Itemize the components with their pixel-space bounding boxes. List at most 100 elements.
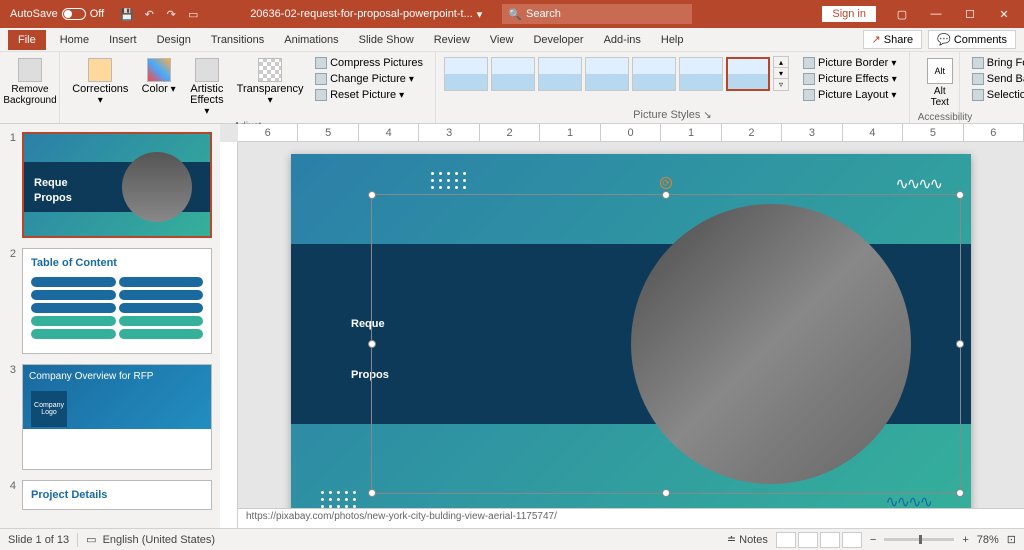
signin-button[interactable]: Sign in <box>822 6 876 22</box>
search-input[interactable]: 🔍 Search <box>502 4 692 24</box>
resize-handle[interactable] <box>956 340 964 348</box>
group-label-accessibility: Accessibility <box>918 112 951 123</box>
undo-icon[interactable]: ↶ <box>142 7 156 21</box>
maximize-icon[interactable]: ☐ <box>954 0 986 28</box>
resize-handle[interactable] <box>368 191 376 199</box>
reset-picture-button[interactable]: Reset Picture ▾ <box>311 88 427 102</box>
send-backward-icon <box>972 73 984 85</box>
style-option[interactable] <box>679 57 723 91</box>
reading-view-icon[interactable] <box>820 532 840 548</box>
transparency-icon <box>258 58 282 82</box>
title-bar: AutoSave Off 💾 ↶ ↷ ▭ 20636-02-request-fo… <box>0 0 1024 28</box>
zoom-out-button[interactable]: − <box>870 534 876 546</box>
change-picture-button[interactable]: Change Picture ▾ <box>311 72 427 86</box>
tab-design[interactable]: Design <box>147 30 201 50</box>
share-button[interactable]: ↗Share <box>863 30 923 49</box>
notes-link[interactable]: https://pixabay.com/photos/new-york-city… <box>238 508 1024 528</box>
tab-addins[interactable]: Add-ins <box>594 30 651 50</box>
bring-forward-button[interactable]: Bring Forward ▾ <box>968 56 1024 70</box>
picture-styles-gallery[interactable]: ▴▾▿ <box>444 56 789 91</box>
workspace: 1 RequePropos 2 Table of Content 3 Compa… <box>0 124 1024 528</box>
ribbon-tabs: File Home Insert Design Transitions Anim… <box>0 28 1024 52</box>
resize-handle[interactable] <box>956 191 964 199</box>
corrections-icon <box>88 58 112 82</box>
remove-background-button[interactable]: Remove Background <box>8 56 52 108</box>
notes-toggle[interactable]: ≐ Notes <box>727 533 768 546</box>
remove-background-icon <box>18 58 42 82</box>
group-label-picture-styles: Picture Styles ↘ <box>444 109 901 121</box>
resize-handle[interactable] <box>662 191 670 199</box>
minimize-icon[interactable]: — <box>920 0 952 28</box>
tab-transitions[interactable]: Transitions <box>201 30 274 50</box>
selected-picture[interactable]: ⟳ <box>371 194 961 494</box>
status-bar: Slide 1 of 13 ▭ English (United States) … <box>0 528 1024 550</box>
zoom-level[interactable]: 78% <box>977 534 999 546</box>
slide-thumbnail-4[interactable]: Project Details <box>22 480 212 510</box>
transparency-button[interactable]: Transparency ▾ <box>233 56 307 108</box>
ribbon-options-icon[interactable]: ▢ <box>886 0 918 28</box>
artistic-effects-button[interactable]: Artistic Effects ▾ <box>185 56 229 119</box>
color-button[interactable]: Color ▾ <box>137 56 181 97</box>
tab-insert[interactable]: Insert <box>99 30 147 50</box>
compress-pictures-button[interactable]: Compress Pictures <box>311 56 427 70</box>
style-option[interactable] <box>632 57 676 91</box>
tab-developer[interactable]: Developer <box>523 30 593 50</box>
sorter-view-icon[interactable] <box>798 532 818 548</box>
zoom-in-button[interactable]: + <box>962 534 968 546</box>
redo-icon[interactable]: ↷ <box>164 7 178 21</box>
corrections-button[interactable]: Corrections ▾ <box>68 56 133 108</box>
slide-canvas[interactable]: ∿∿∿∿ ✚ RequePropos ∿∿∿∿ ⟳ <box>291 154 971 508</box>
alt-text-button[interactable]: AltAlt Text <box>918 56 962 110</box>
toggle-switch[interactable] <box>62 8 86 20</box>
slide-thumbnail-2[interactable]: Table of Content <box>22 248 212 354</box>
style-option[interactable] <box>538 57 582 91</box>
document-title: 20636-02-request-for-proposal-powerpoint… <box>250 8 473 20</box>
picture-border-button[interactable]: Picture Border ▾ <box>799 56 901 70</box>
style-option-selected[interactable] <box>726 57 770 91</box>
tab-home[interactable]: Home <box>50 30 99 50</box>
color-icon <box>147 58 171 82</box>
close-icon[interactable]: ✕ <box>988 0 1020 28</box>
tab-file[interactable]: File <box>8 30 46 50</box>
slide-thumbnail-3[interactable]: Company Overview for RFP Company Logo <box>22 364 212 470</box>
resize-handle[interactable] <box>368 489 376 497</box>
style-option[interactable] <box>444 57 488 91</box>
style-option[interactable] <box>585 57 629 91</box>
send-backward-button[interactable]: Send Backward ▾ <box>968 72 1024 86</box>
comments-button[interactable]: 💬Comments <box>928 30 1016 49</box>
normal-view-icon[interactable] <box>776 532 796 548</box>
fit-to-window-icon[interactable]: ⊡ <box>1007 533 1016 546</box>
change-picture-icon <box>315 73 327 85</box>
save-icon[interactable]: 💾 <box>120 7 134 21</box>
border-icon <box>803 57 815 69</box>
tab-view[interactable]: View <box>480 30 524 50</box>
tab-help[interactable]: Help <box>651 30 694 50</box>
language-status[interactable]: English (United States) <box>103 534 216 546</box>
selection-pane-icon <box>972 89 984 101</box>
resize-handle[interactable] <box>956 489 964 497</box>
horizontal-ruler: 6543210123456 <box>238 124 1024 142</box>
resize-handle[interactable] <box>662 489 670 497</box>
quick-access-toolbar: 💾 ↶ ↷ ▭ <box>110 7 210 21</box>
picture-layout-button[interactable]: Picture Layout ▾ <box>799 88 901 102</box>
resize-handle[interactable] <box>368 340 376 348</box>
slideshow-view-icon[interactable] <box>842 532 862 548</box>
vertical-ruler <box>220 142 238 528</box>
slide-thumbnail-1[interactable]: RequePropos <box>22 132 212 238</box>
slide-editor: 6543210123456 ∿∿∿∿ ✚ RequePropos ∿∿∿∿ ⟳ <box>220 124 1024 528</box>
slide-thumbnail-panel[interactable]: 1 RequePropos 2 Table of Content 3 Compa… <box>0 124 220 528</box>
picture-effects-button[interactable]: Picture Effects ▾ <box>799 72 901 86</box>
gallery-scroll[interactable]: ▴▾▿ <box>773 56 789 91</box>
tab-animations[interactable]: Animations <box>274 30 348 50</box>
zoom-slider[interactable] <box>884 538 954 541</box>
rotate-handle[interactable]: ⟳ <box>660 177 672 189</box>
autosave-toggle[interactable]: AutoSave Off <box>4 8 110 20</box>
search-icon: 🔍 <box>508 8 522 21</box>
tab-slideshow[interactable]: Slide Show <box>349 30 424 50</box>
start-slideshow-icon[interactable]: ▭ <box>186 7 200 21</box>
selection-pane-button[interactable]: Selection Pane <box>968 88 1024 102</box>
compress-icon <box>315 57 327 69</box>
accessibility-icon[interactable]: ▭ <box>86 533 96 546</box>
style-option[interactable] <box>491 57 535 91</box>
tab-review[interactable]: Review <box>424 30 480 50</box>
